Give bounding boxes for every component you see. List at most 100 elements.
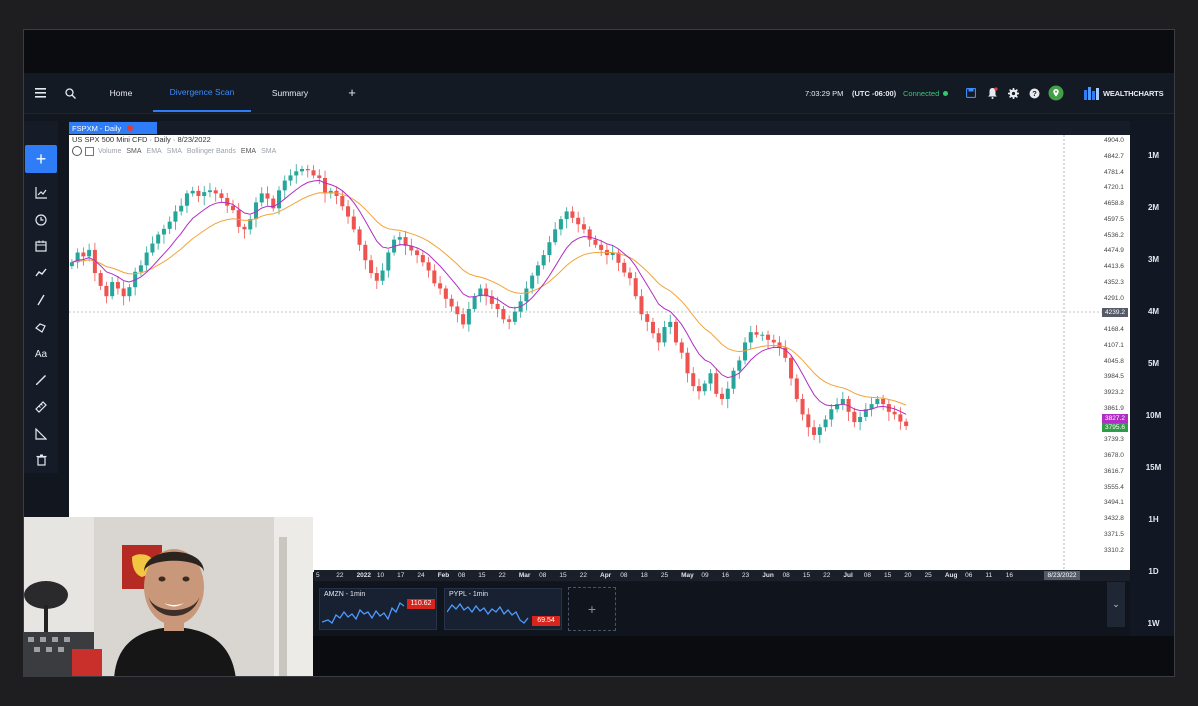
price-axis-label: 4720.1 [1104,184,1124,192]
date-axis-label: 17 [397,572,405,579]
candle-body [622,262,627,273]
date-axis-label: 22 [336,572,344,579]
chart-type-icon[interactable] [24,180,58,206]
price-axis-label: 4597.5 [1104,215,1124,223]
date-axis-label: Jun [762,572,774,579]
candle-body [737,360,742,371]
candle-body [558,219,563,230]
price-axis-label: 4045.8 [1104,357,1124,365]
calendar-icon[interactable] [24,233,58,259]
timeframe-1m[interactable]: 1M [1131,151,1174,160]
search-icon[interactable] [62,85,78,101]
candle-body [547,242,552,256]
price-axis: 4904.0 4842.7 4781.4 4720.1 4658.8 4597.5 4536… [1102,135,1130,572]
candle-body [881,398,886,405]
candle-body [397,237,402,240]
save-icon[interactable] [964,86,978,100]
tab-summary[interactable]: Summary [258,73,322,112]
candle-body [380,270,385,281]
hamburger-menu-icon[interactable] [32,85,48,101]
candle-body [202,192,207,196]
notifications-bell-icon[interactable] [985,85,999,101]
date-axis-label: Mar [518,572,531,579]
date-axis-label: 16 [1005,572,1013,579]
watchlist-card-pypl[interactable]: PYPL - 1min 69.54 [444,588,562,630]
timeframe-3m[interactable]: 3M [1131,255,1174,264]
timeframe-1h[interactable]: 1H [1131,515,1174,524]
collapse-watchlist-button[interactable]: ⌄ [1107,582,1125,627]
price-axis-label: 4658.8 [1104,200,1124,207]
candle-body [639,296,644,315]
timeframe-1w[interactable]: 1W [1131,619,1174,628]
location-pin-icon[interactable] [1047,84,1065,102]
ruler-icon[interactable] [24,394,58,420]
add-tab-button[interactable]: + [342,73,362,112]
candle-body [236,210,241,227]
add-watchlist-button[interactable]: + [568,587,616,631]
price-axis-label: 4842.7 [1104,152,1124,160]
candle-body [288,175,293,181]
candle-body [541,255,546,266]
price-axis-label: 3432.8 [1104,515,1124,522]
symbol-badge[interactable]: FSPXM - Daily [69,122,157,134]
candle-body [852,411,857,423]
trend-indicator-icon[interactable] [24,260,58,286]
candle-body [593,239,598,245]
settings-gear-icon[interactable] [1006,86,1020,100]
candle-body [812,427,817,435]
text-tool-icon[interactable]: Aa [24,341,58,367]
shapes-icon[interactable] [24,314,58,340]
candle-body [438,283,443,289]
candle-body [340,195,345,207]
add-drawing-button[interactable]: + [25,145,57,173]
candle-body [708,373,713,384]
watchlist-symbol: PYPL - 1min [449,591,489,598]
clock-icon[interactable] [24,207,58,233]
candle-body [156,234,161,244]
tab-divergence-scan[interactable]: Divergence Scan [153,73,251,112]
candle-body [282,180,287,191]
timeframe-1d[interactable]: 1D [1131,567,1174,576]
price-chart[interactable]: US SPX 500 Mini CFD · Daily · 8/23/2022 … [69,135,1130,572]
candle-body [150,243,155,253]
candle-body [196,190,201,196]
candle-body [415,250,420,256]
brush-icon[interactable] [24,367,58,393]
candle-body [276,190,282,209]
timeframe-5m[interactable]: 5M [1131,359,1174,368]
tab-home[interactable]: Home [92,73,150,112]
date-axis-label: 08 [620,572,628,579]
candle-body [679,342,684,353]
candle-body [138,265,143,272]
watchlist-card-amzn[interactable]: AMZN - 1min 110.62 [319,588,437,630]
date-axis-label: 08 [863,572,871,579]
price-axis-label: 4107.1 [1104,341,1124,349]
candlestick-plot[interactable] [69,135,1130,572]
timeframe-2m[interactable]: 2M [1131,203,1174,212]
date-axis-label: 15 [802,572,811,579]
candle-body [374,273,379,281]
trash-icon[interactable] [24,447,58,473]
candle-body [351,216,356,230]
date-axis: 5 22 2022 10 17 24 Feb 08 15 22 Mar 08 15 22 Apr 08 18 25… [314,570,1130,581]
candle-body [207,190,212,193]
timeframe-10m[interactable]: 10M [1131,411,1174,420]
date-axis-label: Aug [944,572,958,579]
trend-line-icon[interactable] [24,287,58,313]
candle-body [662,327,667,343]
candle-body [115,282,120,289]
help-icon[interactable]: ? [1027,86,1041,100]
candle-body [161,228,166,235]
timeframe-15m[interactable]: 15M [1131,463,1174,472]
connection-dot-icon [943,90,949,96]
candle-body [702,383,707,392]
price-axis-label: 3678.0 [1104,452,1124,459]
candle-body [466,309,471,325]
timeframe-4m[interactable]: 4M [1131,307,1174,316]
candle-body [346,206,351,217]
watchlist-symbol: AMZN - 1min [324,591,366,598]
crosshair-price-tag: 4239.2 [1102,308,1128,317]
measure-icon[interactable] [24,421,58,447]
app-window: Home Divergence Scan Summary + 7:03:29 P… [24,73,1174,676]
candle-body [190,190,195,194]
